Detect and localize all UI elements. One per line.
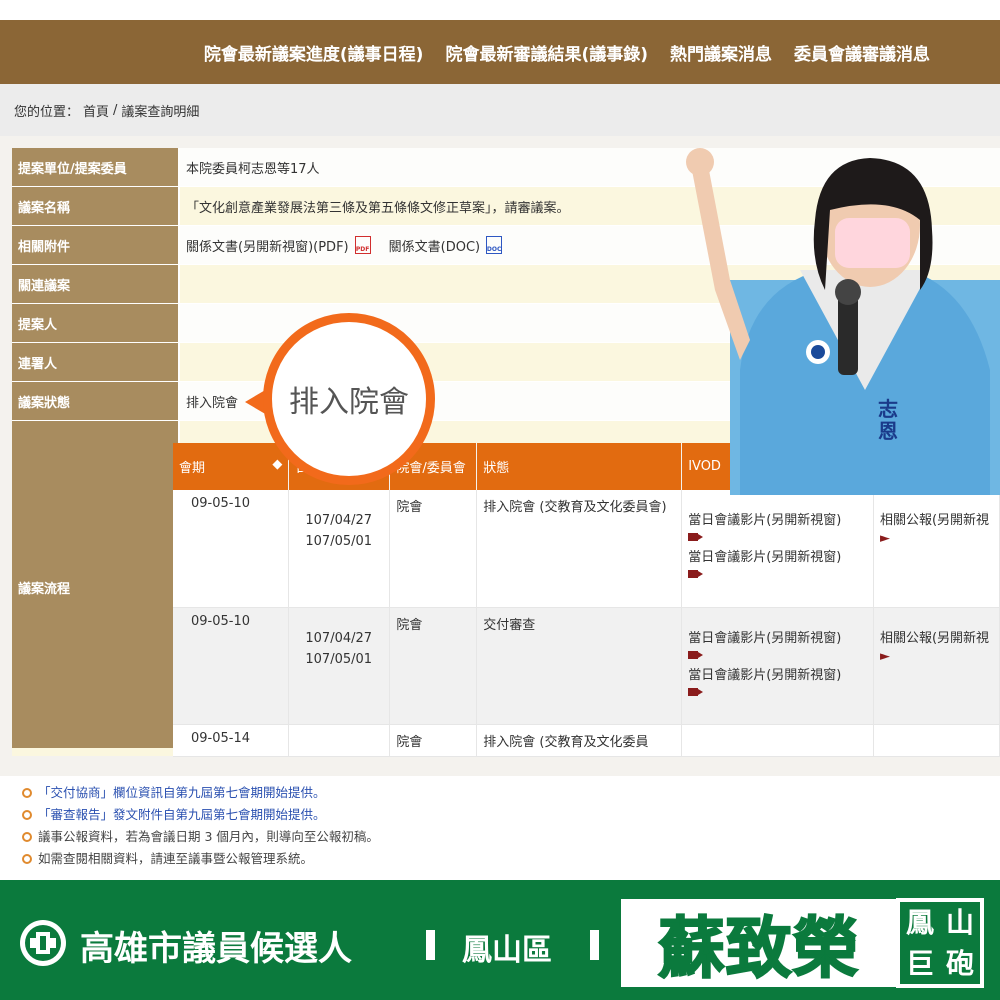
label-proposer: 提案人 (12, 304, 180, 342)
candidate-name-box: 蘇致榮 (618, 896, 900, 990)
video-link[interactable]: 當日會議影片(另開新視窗) (688, 496, 867, 531)
table-row: 09-05-14 院會 排入院會 (交教育及文化委員 (173, 724, 1000, 757)
attachment-doc-link[interactable]: 關係文書(DOC) (389, 236, 480, 255)
cell-committee: 院會 (389, 607, 478, 725)
doc-icon[interactable]: DOC (486, 236, 503, 254)
cell-session: 09-05-10 (173, 607, 290, 725)
gazette-link[interactable]: 相關公報(另開新視 (880, 614, 993, 649)
cell-gazette: 相關公報(另開新視 ► (873, 490, 1000, 608)
table-row: 09-05-10 107/04/27 107/05/01 院會 排入院會 (交教育… (173, 490, 1000, 608)
nav-item-results[interactable]: 院會最新審議結果(議事錄) (445, 40, 648, 65)
label-related: 關連議案 (12, 265, 180, 303)
notes-list: 「交付協商」欄位資訊自第九屆第七會期開始提供。 「審查報告」發文附件自第九屆第七… (22, 782, 379, 870)
breadcrumb-sep: / (113, 102, 118, 118)
bullet-icon (22, 854, 32, 864)
label-attachments: 相關附件 (12, 226, 180, 264)
cell-status: 排入院會 (交教育及文化委員會) (476, 490, 683, 608)
label-cosigner: 連署人 (12, 343, 180, 381)
cell-session: 09-05-14 (173, 724, 290, 757)
cell-ivod: 當日會議影片(另開新視窗) 當日會議影片(另開新視窗) (681, 490, 874, 608)
cell-committee: 院會 (389, 724, 478, 757)
slogan-char: 鳳 (905, 906, 934, 939)
pdf-icon[interactable]: PDF (354, 236, 371, 254)
cell-date (288, 724, 391, 757)
main-nav: 院會最新議案進度(議事日程) 院會最新審議結果(議事錄) 熱門議案消息 委員會議… (0, 20, 1000, 84)
banner-divider (426, 930, 435, 960)
banner-divider (590, 930, 599, 960)
cell-date: 107/04/27 107/05/01 (288, 607, 391, 725)
note-item: 「審查報告」發文附件自第九屆第七會期開始提供。 (22, 804, 379, 826)
party-logo (20, 920, 66, 966)
magnifier-text: 排入院會 (289, 385, 409, 420)
cell-committee: 院會 (389, 490, 478, 608)
megaphone-icon[interactable]: ► (880, 649, 890, 664)
breadcrumb-home[interactable]: 首頁 (83, 101, 109, 120)
note-item: 如需查閱相關資料，請連至議事暨公報管理系統。 (22, 848, 379, 870)
bullet-icon (22, 788, 32, 798)
cell-ivod: 當日會議影片(另開新視窗) 當日會議影片(另開新視窗) (681, 607, 874, 725)
breadcrumb: 您的位置： 首頁 / 議案查詢明細 (0, 84, 1000, 136)
cell-session: 09-05-10 (173, 490, 290, 608)
cell-gazette (873, 724, 1000, 757)
label-bill-name: 議案名稱 (12, 187, 180, 225)
video-camera-icon[interactable] (688, 687, 704, 696)
banner-title: 高雄市議員候選人 (80, 929, 352, 969)
top-strip (0, 0, 1000, 20)
gazette-link[interactable]: 相關公報(另開新視 (880, 496, 993, 531)
video-link[interactable]: 當日會議影片(另開新視窗) (688, 614, 867, 649)
video-link[interactable]: 當日會議影片(另開新視窗) (688, 665, 867, 686)
breadcrumb-current: 議案查詢明細 (121, 104, 200, 120)
status-magnifier: 排入院會 (263, 313, 435, 485)
svg-text:志: 志 (878, 397, 898, 421)
note-item: 議事公報資料，若為會議日期 3 個月內，則導向至公報初稿。 (22, 826, 379, 848)
cell-status: 排入院會 (交教育及文化委員 (476, 724, 683, 757)
candidate-photo: 志 恩 (686, 148, 1000, 495)
cell-ivod (681, 724, 874, 757)
label-status: 議案狀態 (12, 382, 180, 420)
table-row: 09-05-10 107/04/27 107/05/01 院會 交付審查 當日會議… (173, 607, 1000, 725)
video-link[interactable]: 當日會議影片(另開新視窗) (688, 547, 867, 568)
cell-date: 107/04/27 107/05/01 (288, 490, 391, 608)
svg-text:恩: 恩 (878, 419, 898, 443)
video-camera-icon[interactable] (688, 533, 704, 541)
nav-item-hot-bills[interactable]: 熱門議案消息 (670, 40, 772, 65)
megaphone-icon[interactable]: ► (880, 531, 890, 546)
bullet-icon (22, 810, 32, 820)
col-session[interactable]: 會期 ◆ (173, 443, 290, 490)
nav-item-agenda[interactable]: 院會最新議案進度(議事日程) (204, 40, 424, 65)
slogan-char: 巨 (905, 947, 934, 980)
cell-status: 交付審查 (476, 607, 683, 725)
bullet-icon (22, 832, 32, 842)
candidate-name: 蘇致榮 (658, 909, 860, 988)
video-camera-icon[interactable] (688, 570, 704, 578)
col-status: 狀態 (476, 443, 683, 490)
note-item: 「交付協商」欄位資訊自第九屆第七會期開始提供。 (22, 782, 379, 804)
video-camera-icon[interactable] (688, 650, 704, 659)
label-flow: 議案流程 (12, 421, 180, 753)
cell-gazette: 相關公報(另開新視 ► (873, 607, 1000, 725)
label-proposer-unit: 提案單位/提案委員 (12, 148, 180, 186)
banner-district: 鳳山區 (462, 933, 552, 968)
breadcrumb-label: 您的位置： (14, 104, 80, 120)
attachment-pdf-link[interactable]: 關係文書(另開新視窗)(PDF) (186, 236, 349, 255)
slogan-char: 砲 (945, 947, 974, 980)
slogan-tag: 鳳 山 巨 砲 (896, 898, 984, 988)
slogan-char: 山 (945, 906, 974, 939)
nav-item-committee[interactable]: 委員會議審議消息 (794, 40, 930, 65)
